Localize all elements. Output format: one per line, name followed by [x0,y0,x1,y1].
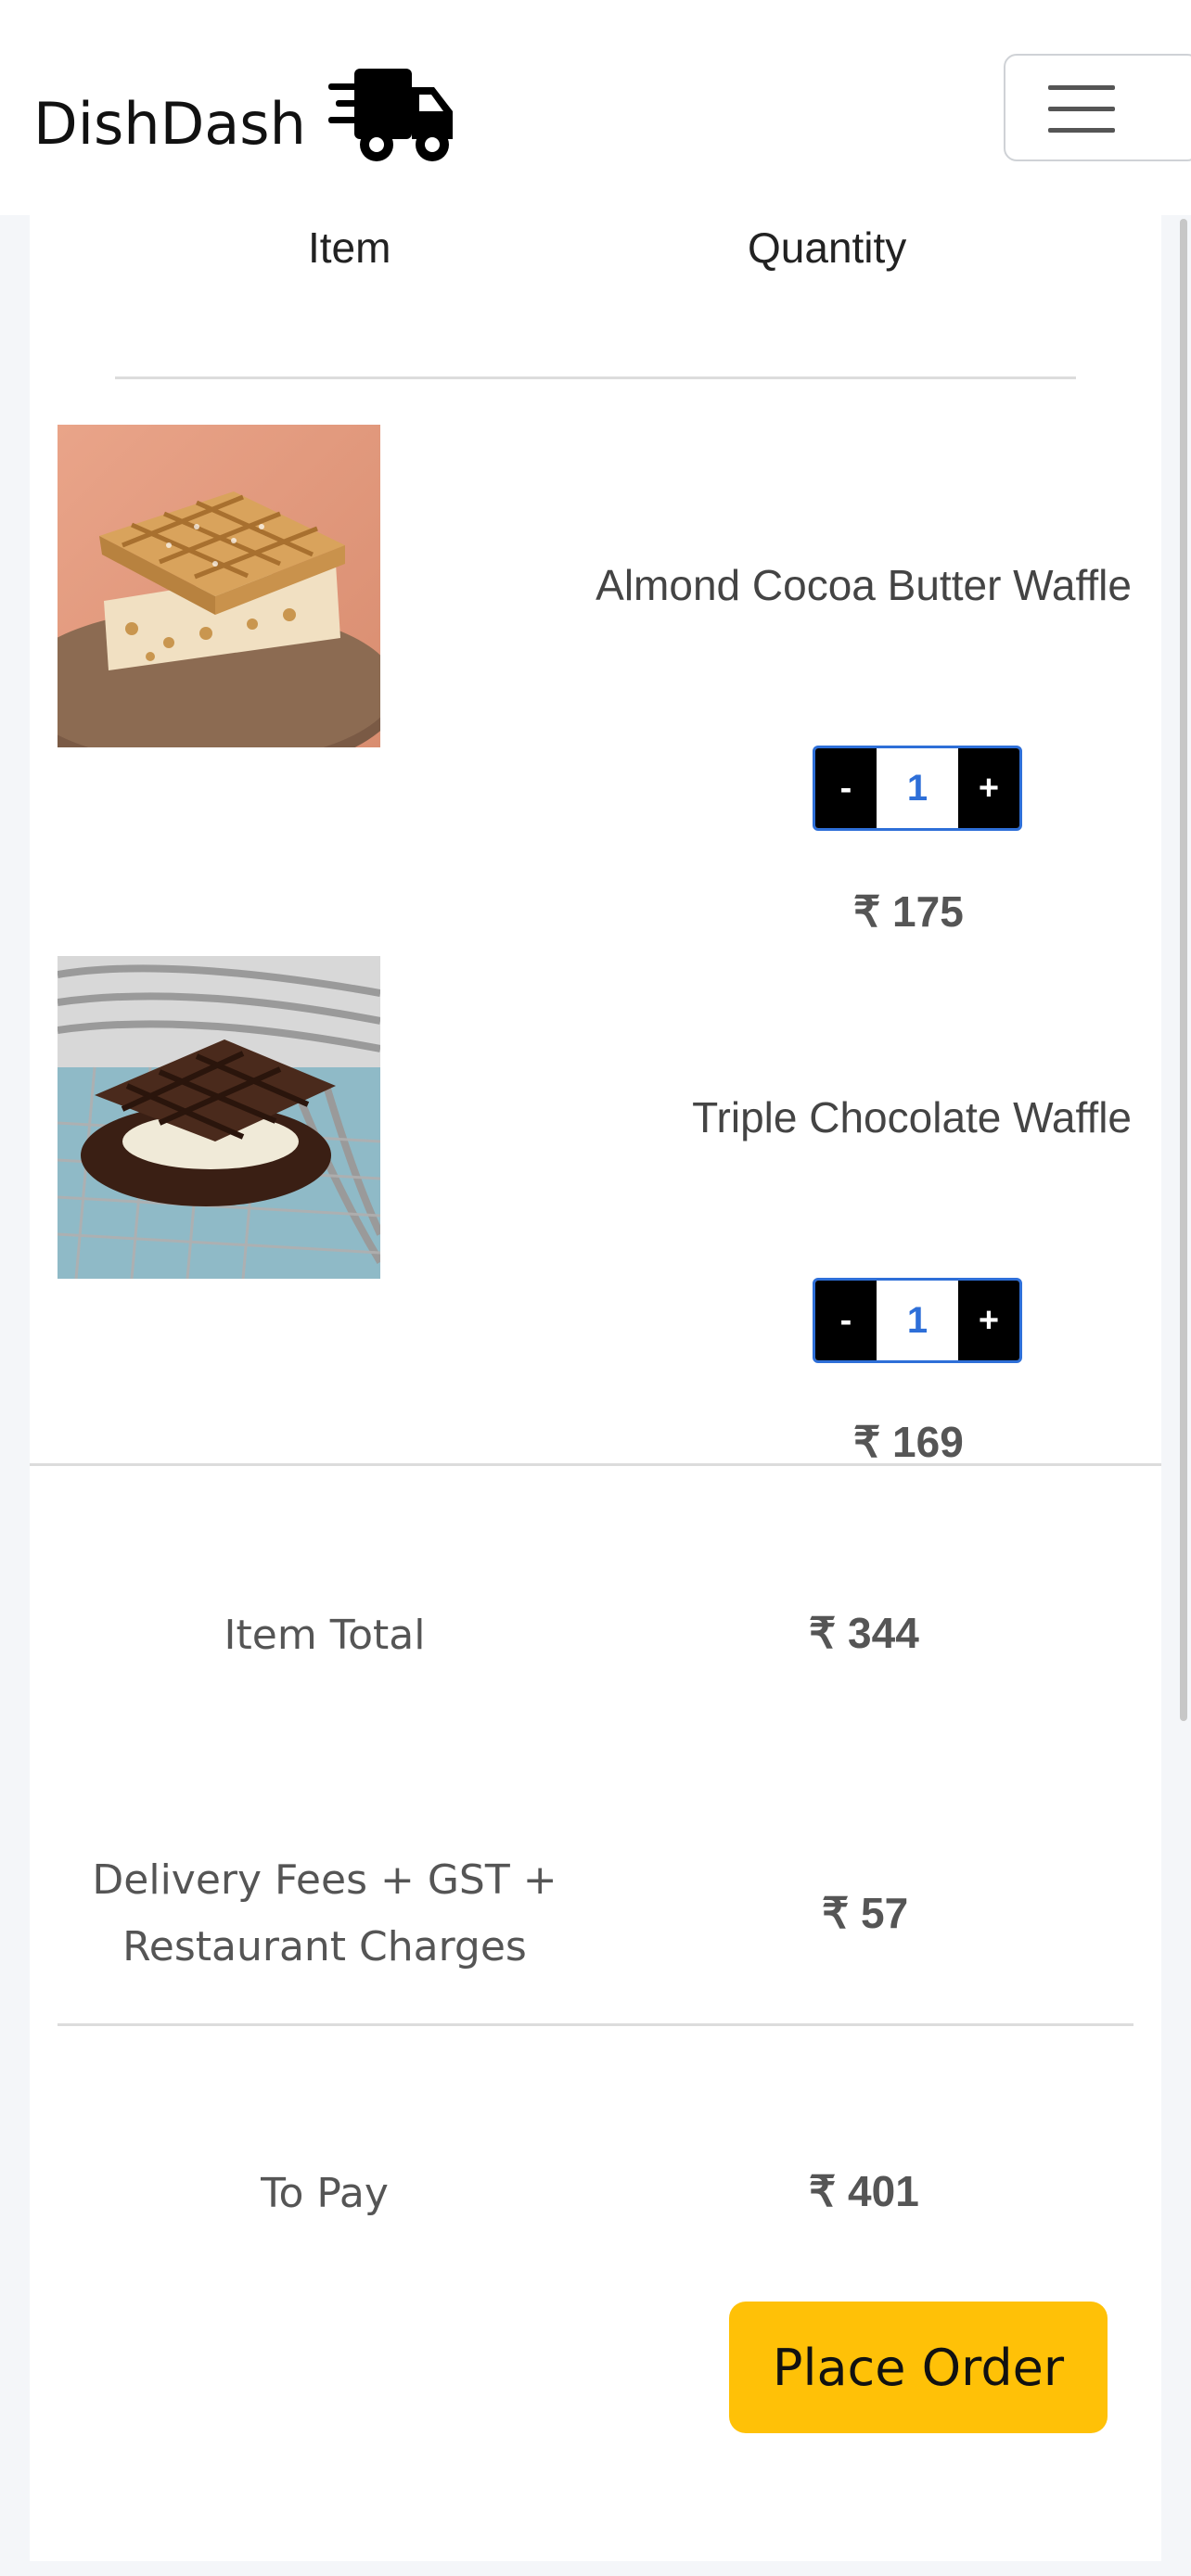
hamburger-menu-button[interactable] [1004,54,1191,161]
brand[interactable]: DishDash [33,63,456,185]
fees-label-line: Delivery Fees + GST + [92,1856,557,1904]
decrement-button[interactable]: - [815,1281,877,1360]
item-total-value: ₹ 344 [809,1609,919,1657]
quantity-stepper: - 1 + [813,1278,1022,1363]
column-header-quantity: Quantity [748,223,907,272]
item-price: ₹ 175 [853,887,964,936]
to-pay-value: ₹ 401 [809,2167,919,2215]
quantity-value[interactable]: 1 [877,748,958,828]
fees-value: ₹ 57 [822,1889,909,1937]
items-divider [30,1463,1161,1466]
column-header-item: Item [308,223,391,272]
to-pay-label: To Pay [261,2170,389,2217]
increment-button[interactable]: + [958,1281,1019,1360]
decrement-button[interactable]: - [815,748,877,828]
quantity-stepper: - 1 + [813,746,1022,831]
item-total-label: Item Total [224,1612,426,1659]
item-image-triple-chocolate-waffle [58,956,380,1279]
brand-name[interactable]: DishDash [33,90,306,158]
fees-label: Delivery Fees + GST + Restaurant Charges [65,1847,584,1981]
item-price: ₹ 169 [853,1418,964,1466]
navbar: DishDash [0,0,1191,215]
hamburger-menu-icon [1048,85,1115,90]
place-order-button[interactable]: Place Order [729,2302,1108,2433]
item-image-almond-cocoa-butter-waffle [58,425,380,747]
header-divider [115,376,1076,379]
summary-divider [58,2023,1133,2026]
increment-button[interactable]: + [958,748,1019,828]
delivery-truck-icon [327,63,456,185]
quantity-value[interactable]: 1 [877,1281,958,1360]
item-name: Almond Cocoa Butter Waffle [596,561,1132,609]
page-scrollbar[interactable] [1180,219,1187,1721]
fees-label-line: Restaurant Charges [122,1923,527,1970]
item-name: Triple Chocolate Waffle [692,1093,1132,1141]
